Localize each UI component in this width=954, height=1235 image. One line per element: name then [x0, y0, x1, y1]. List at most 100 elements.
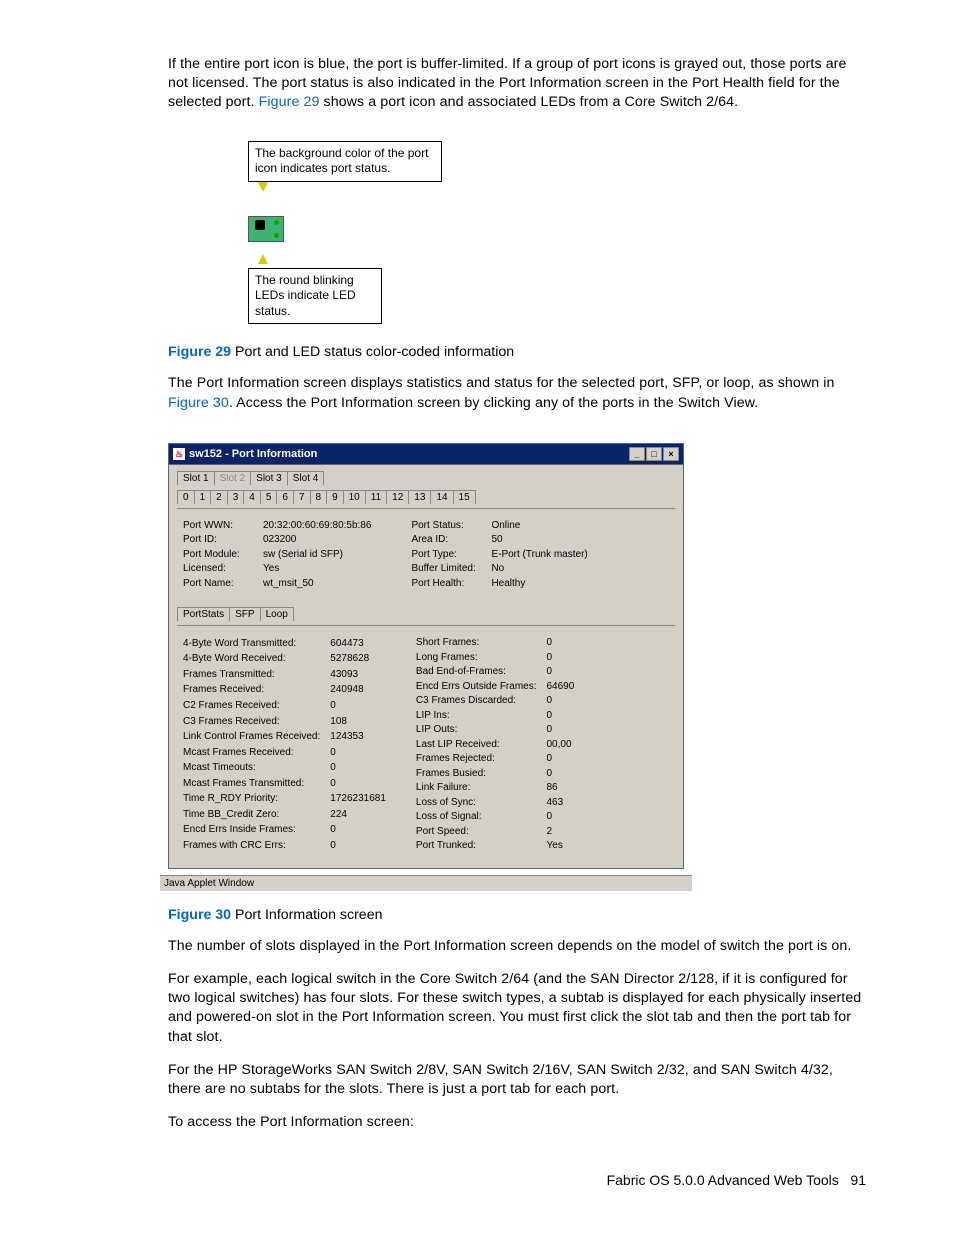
info-value: 023200 [263, 533, 296, 548]
stat-value: 0 [547, 752, 585, 767]
figure-text: Port and LED status color-coded informat… [231, 344, 514, 360]
stat-label: Short Frames: [416, 636, 547, 651]
stat-value: 0 [547, 810, 585, 825]
info-value: E-Port (Trunk master) [491, 548, 587, 563]
info-row: Port Name: wt_msit_50 [183, 577, 371, 592]
stat-value: 00,00 [547, 738, 585, 753]
stat-label: Last LIP Received: [416, 738, 547, 753]
stat-label: Mcast Frames Received: [183, 745, 330, 761]
port-tab[interactable]: 10 [343, 490, 366, 504]
port-tab[interactable]: 12 [386, 490, 409, 504]
info-row: Area ID:50 [411, 533, 587, 548]
port-tab[interactable]: 2 [210, 490, 228, 505]
fig29-link[interactable]: Figure 29 [259, 94, 320, 110]
stat-row: Encd Errs Inside Frames:0 [183, 823, 396, 839]
slot-tab[interactable]: Slot 3 [250, 471, 288, 485]
stat-label: Time R_RDY Priority: [183, 792, 330, 808]
stat-value: 0 [547, 665, 585, 680]
maximize-button[interactable]: □ [646, 447, 662, 461]
page-number: 91 [850, 1172, 866, 1188]
port-tab[interactable]: 3 [227, 490, 245, 504]
minimize-button[interactable]: _ [629, 447, 645, 461]
stat-label: Port Speed: [416, 825, 547, 840]
slot-tab[interactable]: Slot 1 [177, 471, 215, 485]
stat-label: Long Frames: [416, 651, 547, 666]
stat-label: Loss of Sync: [416, 796, 547, 811]
stat-label: Frames Received: [183, 683, 330, 699]
stat-row: Loss of Sync:463 [416, 796, 584, 811]
text: . Access the Port Information screen by … [229, 395, 759, 411]
info-row: Port Type:E-Port (Trunk master) [411, 548, 587, 563]
stat-row: Frames Received:240948 [183, 683, 396, 699]
stat-row: Last LIP Received:00,00 [416, 738, 584, 753]
figure-label: Figure 29 [168, 344, 231, 360]
close-button[interactable]: × [663, 447, 679, 461]
port-tab[interactable]: 7 [293, 490, 311, 504]
port-tab[interactable]: 13 [408, 490, 431, 504]
info-value: Yes [263, 562, 279, 577]
status-line: Java Applet Window [160, 875, 692, 891]
stat-value: Yes [547, 839, 585, 854]
info-value: wt_msit_50 [263, 577, 314, 592]
figure-30-caption: Figure 30 Port Information screen [168, 907, 866, 923]
stat-label: Port Trunked: [416, 839, 547, 854]
sub-tabs: PortStatsSFPLoop [177, 607, 675, 622]
stat-row: Bad End-of-Frames:0 [416, 665, 584, 680]
stat-value: 463 [547, 796, 585, 811]
java-icon: ♨ [173, 448, 185, 460]
stat-label: 4-Byte Word Transmitted: [183, 636, 330, 652]
port-tab[interactable]: 4 [243, 490, 261, 504]
stat-row: Port Speed:2 [416, 825, 584, 840]
callout-bottom: The round blinking LEDs indicate LED sta… [248, 268, 382, 325]
stat-row: Mcast Frames Transmitted:0 [183, 776, 396, 792]
info-row: Licensed:Yes [183, 562, 371, 577]
port-tab[interactable]: 8 [310, 490, 328, 504]
stat-value: 108 [330, 714, 396, 730]
port-tab[interactable]: 15 [453, 490, 476, 504]
sub-tab[interactable]: SFP [229, 607, 260, 621]
stat-label: C3 Frames Received: [183, 714, 330, 730]
sub-tab[interactable]: PortStats [177, 607, 230, 622]
stat-label: C2 Frames Received: [183, 698, 330, 714]
stat-row: Long Frames:0 [416, 651, 584, 666]
port-tab[interactable]: 1 [194, 490, 212, 504]
stat-value: 224 [330, 807, 396, 823]
stat-row: LIP Outs:0 [416, 723, 584, 738]
stat-value: 64690 [547, 680, 585, 695]
stat-row: Link Failure:86 [416, 781, 584, 796]
stat-label: LIP Ins: [416, 709, 547, 724]
info-label: Buffer Limited: [411, 562, 483, 577]
stat-row: 4-Byte Word Received:5278628 [183, 652, 396, 668]
info-label: Port WWN: [183, 519, 255, 534]
stat-label: 4-Byte Word Received: [183, 652, 330, 668]
port-tab[interactable]: 9 [326, 490, 344, 504]
stat-row: Frames with CRC Errs:0 [183, 838, 396, 854]
stat-value: 0 [547, 694, 585, 709]
slot-tab: Slot 2 [214, 471, 252, 485]
port-tab[interactable]: 0 [177, 490, 195, 504]
info-label: Port Name: [183, 577, 255, 592]
stat-row: LIP Ins:0 [416, 709, 584, 724]
port-info-window: ♨ sw152 - Port Information _□× Slot 1Slo… [168, 443, 684, 891]
info-value: Healthy [491, 577, 525, 592]
stat-value: 0 [330, 823, 396, 839]
sub-tab[interactable]: Loop [260, 607, 294, 621]
port-tab[interactable]: 14 [430, 490, 453, 504]
stat-value: 1726231681 [330, 792, 396, 808]
stat-label: Encd Errs Outside Frames: [416, 680, 547, 695]
info-label: Area ID: [411, 533, 483, 548]
info-label: Port ID: [183, 533, 255, 548]
stat-value: 43093 [330, 667, 396, 683]
stat-label: Encd Errs Inside Frames: [183, 823, 330, 839]
port-tab[interactable]: 11 [365, 490, 387, 504]
stat-label: Frames Rejected: [416, 752, 547, 767]
port-tab[interactable]: 6 [276, 490, 294, 504]
port-tab[interactable]: 5 [260, 490, 278, 504]
info-label: Port Health: [411, 577, 483, 592]
stat-label: Mcast Frames Transmitted: [183, 776, 330, 792]
info-value: No [491, 562, 504, 577]
stat-label: Time BB_Credit Zero: [183, 807, 330, 823]
slot-tab[interactable]: Slot 4 [287, 471, 325, 486]
fig30-link[interactable]: Figure 30 [168, 395, 229, 411]
stat-row: 4-Byte Word Transmitted:604473 [183, 636, 396, 652]
